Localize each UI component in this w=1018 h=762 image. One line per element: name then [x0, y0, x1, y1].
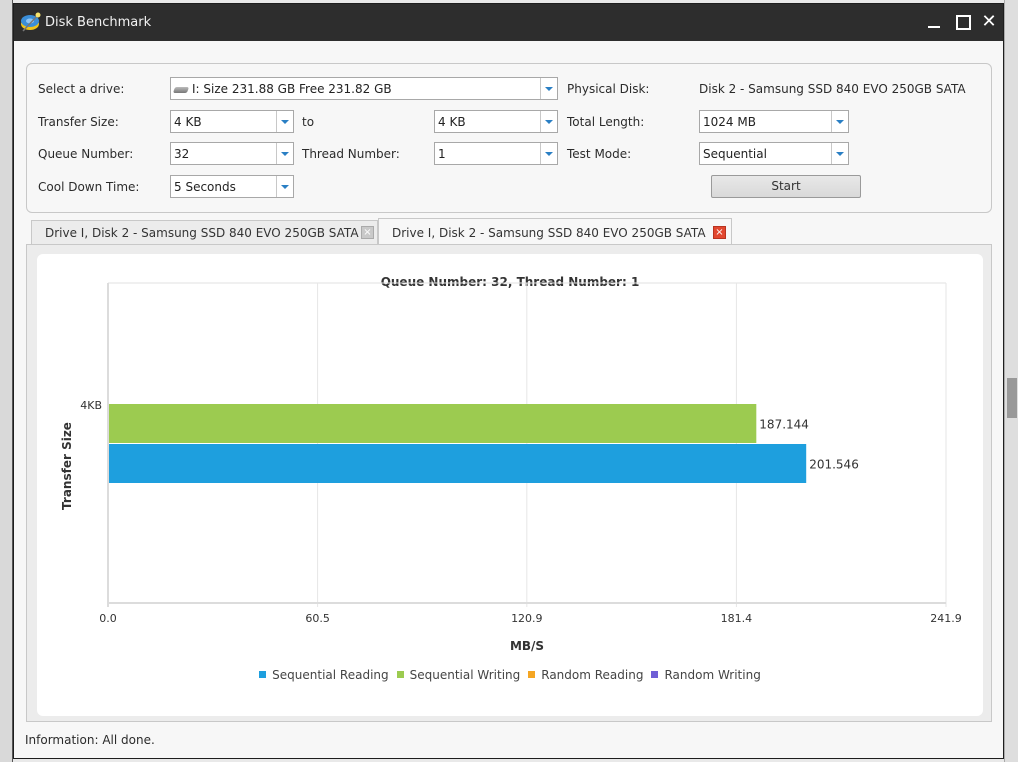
legend-label: Random Writing — [664, 668, 761, 682]
background-window-edge-left — [0, 0, 13, 762]
select-drive-label: Select a drive: — [38, 82, 125, 96]
legend-swatch — [259, 671, 267, 678]
start-button[interactable]: Start — [711, 175, 861, 198]
thread-number-label: Thread Number: — [302, 147, 400, 161]
cool-down-value: 5 Seconds — [174, 180, 236, 194]
x-tick-label: 120.9 — [511, 612, 543, 625]
legend-swatch — [396, 671, 404, 678]
test-mode-dropdown[interactable]: Sequential — [699, 142, 849, 165]
chevron-down-icon[interactable] — [276, 111, 293, 132]
background-scrollbar-thumb — [1007, 378, 1017, 418]
select-drive-dropdown[interactable]: I: Size 231.88 GB Free 231.82 GB — [170, 77, 558, 100]
physical-disk-value: Disk 2 - Samsung SSD 840 EVO 250GB SATA — [699, 82, 966, 96]
bar-value-label: 187.144 — [759, 418, 809, 432]
bar-chart: 0.0 60.5 120.9 181.4 241.9187.144201.5464KB … — [60, 282, 962, 653]
queue-number-dropdown[interactable]: 32 — [170, 142, 294, 165]
transfer-size-from-dropdown[interactable]: 4 KB — [170, 110, 294, 133]
x-axis-label: MB/S — [510, 639, 544, 653]
select-drive-value: I: Size 231.88 GB Free 231.82 GB — [192, 82, 392, 96]
legend-swatch — [651, 671, 659, 678]
legend-item[interactable]: Sequential Writing — [396, 668, 521, 682]
status-bar-text: Information: All done. — [25, 733, 155, 747]
thread-number-value: 1 — [438, 147, 446, 161]
chart-container: Queue Number: 32, Thread Number: 1 0.0 60… — [37, 254, 983, 716]
window-title: Disk Benchmark — [45, 15, 152, 30]
chevron-down-icon[interactable] — [831, 111, 848, 132]
bar-value-label: 201.546 — [809, 458, 859, 472]
transfer-size-from-value: 4 KB — [174, 115, 202, 129]
y-tick-label: 4KB — [80, 399, 102, 412]
cool-down-dropdown[interactable]: 5 Seconds — [170, 175, 294, 198]
chevron-down-icon[interactable] — [831, 143, 848, 164]
total-length-value: 1024 MB — [703, 115, 756, 129]
close-tab-icon[interactable]: × — [361, 226, 374, 239]
total-length-dropdown[interactable]: 1024 MB — [699, 110, 849, 133]
minimize-button[interactable] — [922, 10, 948, 34]
tab-result-2[interactable]: Drive I, Disk 2 - Samsung SSD 840 EVO 25… — [378, 218, 732, 245]
y-axis-label: Transfer Size — [60, 422, 74, 510]
legend-label: Sequential Reading — [272, 668, 389, 682]
chevron-down-icon[interactable] — [540, 111, 557, 132]
transfer-size-to-value: 4 KB — [438, 115, 466, 129]
thread-number-dropdown[interactable]: 1 — [434, 142, 558, 165]
close-button[interactable]: ✕ — [976, 10, 1002, 34]
chevron-down-icon[interactable] — [540, 143, 557, 164]
bar-sequential-reading — [109, 444, 807, 483]
drive-icon — [172, 86, 190, 93]
background-window-edge-right — [1004, 0, 1018, 762]
title-bar[interactable]: Disk Benchmark ✕ — [14, 4, 1003, 41]
x-tick-label: 181.4 — [721, 612, 753, 625]
tab-label: Drive I, Disk 2 - Samsung SSD 840 EVO 25… — [392, 226, 706, 240]
queue-number-value: 32 — [174, 147, 190, 161]
x-tick-label: 0.0 — [99, 612, 117, 625]
chevron-down-icon[interactable] — [540, 78, 557, 99]
disk-benchmark-window: Disk Benchmark ✕ Select a drive: I: Size… — [13, 3, 1004, 759]
disk-benchmark-icon — [21, 12, 41, 32]
test-mode-label: Test Mode: — [567, 147, 632, 161]
x-tick-label: 60.5 — [305, 612, 330, 625]
x-tick-label: 241.9 — [930, 612, 962, 625]
tab-panel: Queue Number: 32, Thread Number: 1 0.0 60… — [26, 244, 992, 722]
legend-label: Random Reading — [541, 668, 644, 682]
legend-item[interactable]: Random Writing — [651, 668, 761, 682]
queue-number-label: Queue Number: — [38, 147, 134, 161]
tab-label: Drive I, Disk 2 - Samsung SSD 840 EVO 25… — [45, 226, 359, 240]
test-mode-value: Sequential — [703, 147, 767, 161]
transfer-size-to-dropdown[interactable]: 4 KB — [434, 110, 558, 133]
total-length-label: Total Length: — [567, 115, 645, 129]
legend-label: Sequential Writing — [409, 668, 521, 682]
bar-sequential-writing — [109, 404, 757, 443]
maximize-button[interactable] — [949, 10, 975, 34]
settings-panel: Select a drive: I: Size 231.88 GB Free 2… — [26, 63, 992, 213]
legend-item[interactable]: Sequential Reading — [259, 668, 389, 682]
transfer-size-label: Transfer Size: — [38, 115, 119, 129]
legend-item[interactable]: Random Reading — [528, 668, 643, 682]
chart-legend: Sequential Reading Sequential Writing Rand… — [37, 668, 983, 682]
chevron-down-icon[interactable] — [276, 176, 293, 197]
physical-disk-label: Physical Disk: — [567, 82, 650, 96]
legend-swatch — [528, 671, 536, 678]
transfer-size-to-label: to — [302, 115, 315, 129]
cool-down-label: Cool Down Time: — [38, 180, 140, 194]
close-tab-icon[interactable]: × — [713, 226, 726, 239]
tab-result-1[interactable]: Drive I, Disk 2 - Samsung SSD 840 EVO 25… — [31, 220, 378, 244]
chevron-down-icon[interactable] — [276, 143, 293, 164]
